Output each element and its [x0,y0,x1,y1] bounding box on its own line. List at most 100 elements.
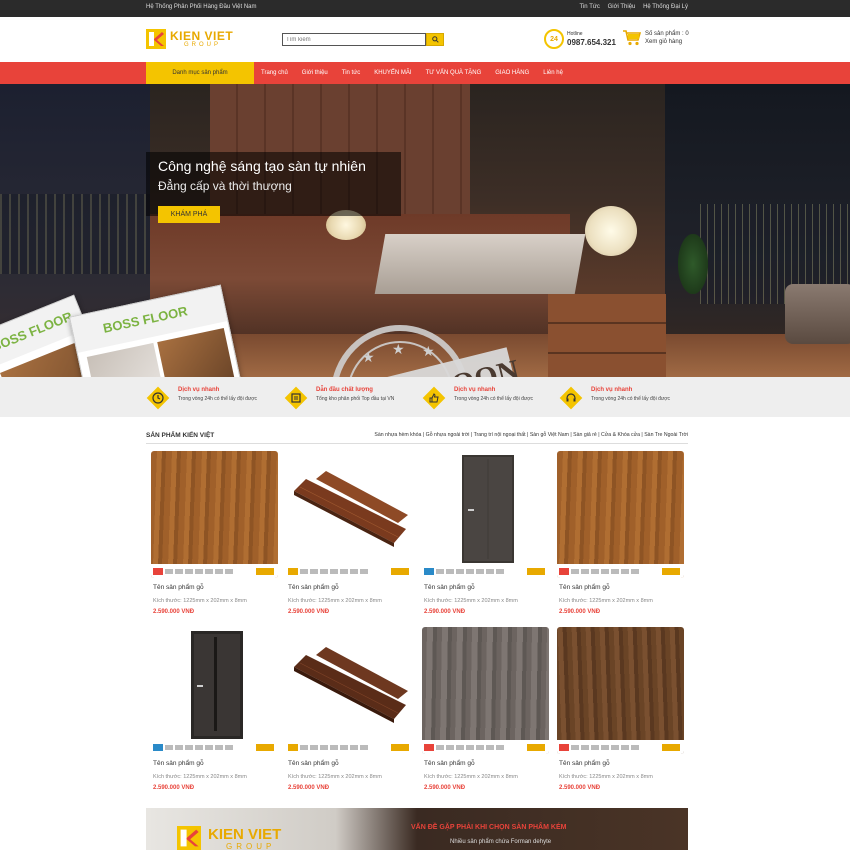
product-name[interactable]: Tên sản phẩm gỗ [288,584,339,591]
logo-mark-icon [146,29,166,49]
product-price: 2.590.000 VNĐ [288,785,330,791]
product-size: Kích thước: 1225mm x 202mm x 8mm [559,774,653,780]
service-item: Dịch vụ nhanh Trong vòng 24h có thể lấy … [146,381,276,413]
product-size: Kích thước: 1225mm x 202mm x 8mm [559,598,653,604]
service-item: Dẫn đầu chất lượng Tổng kho phân phối To… [284,381,414,413]
top-bar: Hệ Thống Phân Phối Hàng Đầu Việt Nam Tin… [0,0,850,17]
nav-item-gift-advice[interactable]: TƯ VẤN QUÀ TẶNG [419,70,489,76]
product-card[interactable]: Tên sản phẩm gỗ Kích thước: 1225mm x 202… [552,451,684,621]
banner-subtitle: Đẳng cấp và thời thượng [158,179,292,193]
logo-sub: GROUP [184,42,222,48]
service-item: Dịch vụ nhanh Trong vòng 24h có thể lấy … [559,381,689,413]
product-name[interactable]: Tên sản phẩm gỗ [424,760,475,767]
product-image[interactable] [557,627,684,754]
product-name[interactable]: Tên sản phẩm gỗ [559,584,610,591]
products-section-title: SẢN PHẨM KIẾN VIỆT [146,432,215,439]
banner-chair [785,284,850,344]
product-card[interactable]: Tên sản phẩm gỗ Kích thước: 1225mm x 202… [417,627,549,797]
product-price: 2.590.000 VNĐ [559,785,601,791]
bottom-logo-sub: GROUP [226,842,276,850]
top-link-dealers[interactable]: Hệ Thống Đại Lý [643,4,688,10]
svg-text:★: ★ [422,343,435,359]
fast-service-icon [146,386,170,410]
product-name[interactable]: Tên sản phẩm gỗ [153,760,204,767]
explore-button[interactable]: KHÁM PHÁ [158,206,220,223]
coming-soon-stamp: COMING SOON ★ ★ ★ ★ ★ [300,325,520,377]
cart-count: Số sản phẩm : 0 [645,31,689,37]
logo[interactable]: KIEN VIET GROUP [146,29,266,53]
services-bar: Dịch vụ nhanh Trong vòng 24h có thể lấy … [0,377,850,417]
product-card[interactable]: Tên sản phẩm gỗ Kích thước: 1225mm x 202… [281,627,413,797]
product-name[interactable]: Tên sản phẩm gỗ [288,760,339,767]
headset-icon [559,386,583,410]
product-price: 2.590.000 VNĐ [424,609,466,615]
product-image[interactable] [286,627,413,754]
svg-text:★: ★ [362,349,375,365]
product-size: Kích thước: 1225mm x 202mm x 8mm [153,774,247,780]
bottom-banner-subtitle: Nhiều sản phẩm chứa Forman dehyte [450,839,552,845]
product-price: 2.590.000 VNĐ [153,609,195,615]
product-size: Kích thước: 1225mm x 202mm x 8mm [288,598,382,604]
product-image[interactable] [286,451,413,578]
product-image[interactable] [422,451,549,578]
product-name[interactable]: Tên sản phẩm gỗ [153,584,204,591]
product-image[interactable] [422,627,549,754]
section-divider [146,443,688,444]
product-card[interactable]: Tên sản phẩm gỗ Kích thước: 1225mm x 202… [552,627,684,797]
top-links: Tin Tức Giới Thiệu Hệ Thống Đại Lý [574,4,688,10]
banner-sheet [374,234,586,294]
product-card[interactable]: Tên sản phẩm gỗ Kích thước: 1225mm x 202… [417,451,549,621]
cart-view-link[interactable]: Xem giỏ hàng [645,39,682,45]
hero-banner[interactable]: BOSS FLOOR BOSS FLOOR COMING SOON ★ ★ ★ … [0,84,850,377]
logo-text: KIEN VIET [170,29,234,43]
product-card[interactable]: Tên sản phẩm gỗ Kích thước: 1225mm x 202… [146,627,278,797]
product-card[interactable]: Tên sản phẩm gỗ Kích thước: 1225mm x 202… [281,451,413,621]
product-card[interactable]: Tên sản phẩm gỗ Kích thước: 1225mm x 202… [146,451,278,621]
banner-lamp-right [585,206,637,256]
product-image[interactable] [557,451,684,578]
product-category-tabs[interactable]: Sàn nhựa hèm khóa | Gỗ nhựa ngoài trời |… [374,432,688,438]
main-nav: Danh mục sản phẩm Trang chủ Giới thiệu T… [0,62,850,84]
svg-text:★: ★ [392,341,405,357]
product-image[interactable] [151,451,278,578]
service-item: Dịch vụ nhanh Trong vòng 24h có thể lấy … [422,381,552,413]
top-link-news[interactable]: Tin Tức [580,4,600,10]
nav-items: Trang chủ Giới thiệu Tin tức KHUYẾN MÃI … [254,62,570,84]
product-price: 2.590.000 VNĐ [153,785,195,791]
product-size: Kích thước: 1225mm x 202mm x 8mm [153,598,247,604]
hotline-number[interactable]: 0987.654.321 [567,38,616,47]
banner-plant [678,234,708,294]
search-button[interactable] [426,33,444,46]
product-price: 2.590.000 VNĐ [424,785,466,791]
nav-item-promotions[interactable]: KHUYẾN MÃI [367,70,418,76]
nav-item-about[interactable]: Giới thiệu [295,70,335,76]
nav-item-home[interactable]: Trang chủ [254,70,295,76]
bottom-banner-title: VẤN ĐỀ GẶP PHẢI KHI CHỌN SẢN PHẨM KÉM [411,824,567,831]
product-size: Kích thước: 1225mm x 202mm x 8mm [288,774,382,780]
hotline-label: Hotline [567,31,583,37]
thumbs-up-icon [422,386,446,410]
nav-category-menu[interactable]: Danh mục sản phẩm [146,62,254,84]
quality-icon [284,386,308,410]
hotline-24h-icon: 24 [544,29,564,49]
banner-title: Công nghệ sáng tạo sàn tự nhiên [158,158,366,174]
product-image[interactable] [151,627,278,754]
product-price: 2.590.000 VNĐ [288,609,330,615]
product-size: Kích thước: 1225mm x 202mm x 8mm [424,774,518,780]
product-name[interactable]: Tên sản phẩm gỗ [559,760,610,767]
cart-icon[interactable] [622,29,642,47]
nav-item-contact[interactable]: Liên hệ [536,70,570,76]
search-input[interactable] [282,33,426,46]
nav-item-news[interactable]: Tin tức [335,70,367,76]
top-tagline: Hệ Thống Phân Phối Hàng Đầu Việt Nam [146,4,257,10]
banner-city-left [0,194,150,274]
logo-mark-icon [177,826,201,850]
bottom-banner[interactable]: KIEN VIET GROUP VẤN ĐỀ GẶP PHẢI KHI CHỌN… [146,808,688,850]
bottom-logo-text: KIEN VIET [208,826,282,843]
banner-nightstand [548,294,666,377]
product-price: 2.590.000 VNĐ [559,609,601,615]
product-size: Kích thước: 1225mm x 202mm x 8mm [424,598,518,604]
product-name[interactable]: Tên sản phẩm gỗ [424,584,475,591]
top-link-about[interactable]: Giới Thiệu [608,4,636,10]
nav-item-delivery[interactable]: GIAO HÀNG [488,70,536,76]
